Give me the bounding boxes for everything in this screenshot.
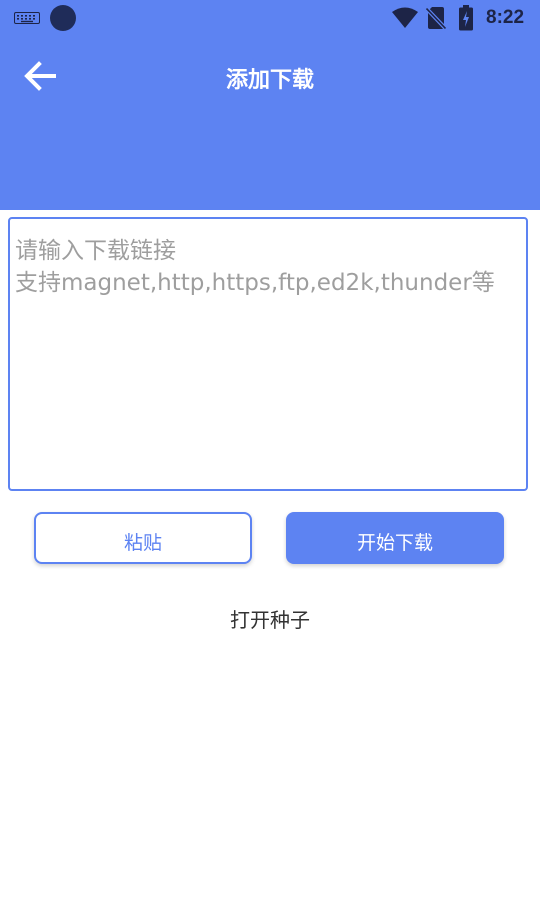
start-download-button[interactable]: 开始下载 [286, 512, 504, 564]
paste-button[interactable]: 粘贴 [34, 512, 252, 564]
notification-dot-icon [50, 5, 76, 31]
app-header: 8:22 添加下载 [0, 0, 540, 210]
download-link-input[interactable] [8, 217, 528, 491]
keyboard-icon [14, 12, 40, 24]
no-sim-icon [426, 6, 446, 30]
battery-icon [459, 5, 473, 31]
wifi-icon [392, 7, 418, 28]
open-torrent-link[interactable]: 打开种子 [0, 604, 540, 633]
status-bar: 8:22 [0, 0, 540, 38]
status-time: 8:22 [486, 7, 525, 28]
page-title: 添加下载 [225, 68, 314, 93]
